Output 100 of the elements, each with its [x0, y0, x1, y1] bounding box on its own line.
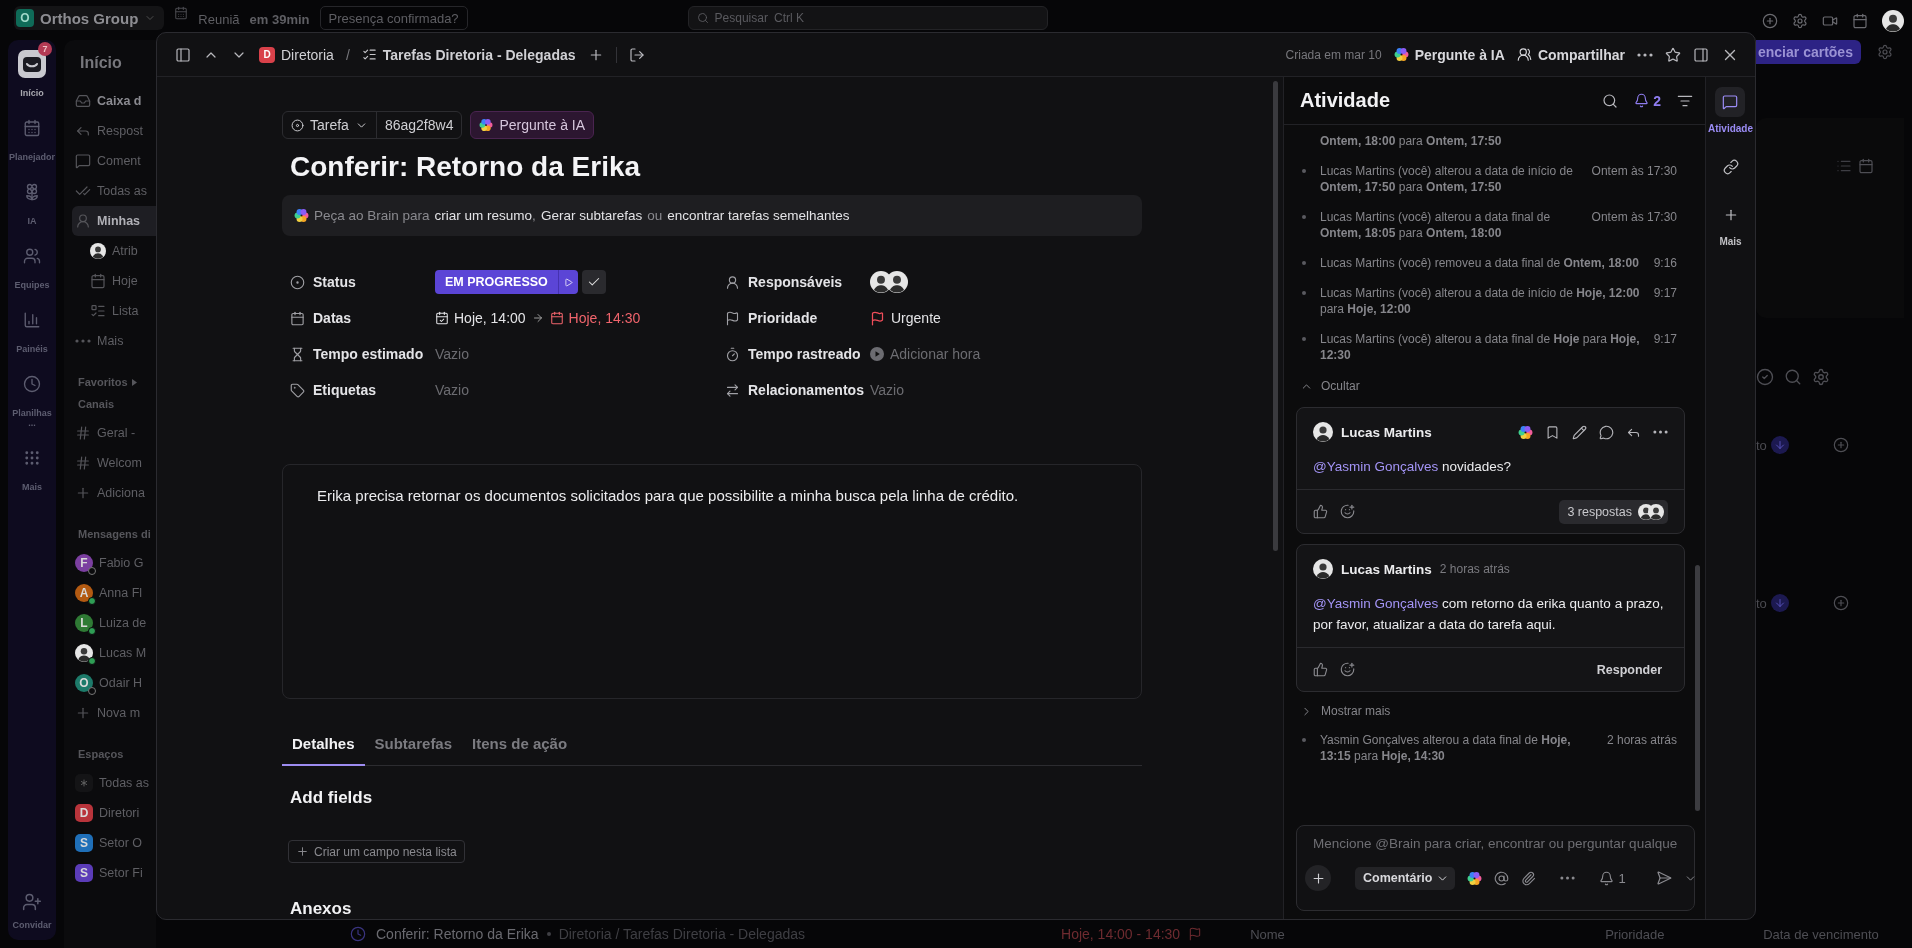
status-button[interactable]: EM PROGRESSO	[435, 270, 578, 294]
new-message-item[interactable]: Nova m	[72, 698, 156, 728]
sidebar-item[interactable]: Todas as	[72, 176, 156, 206]
toggle-button[interactable]: Ocultar	[1296, 377, 1677, 407]
comment-type-dropdown[interactable]: Comentário	[1355, 866, 1456, 890]
thumbs-up-icon[interactable]	[1313, 662, 1328, 677]
mention-icon[interactable]	[1494, 870, 1510, 886]
tab[interactable]: Itens de ação	[462, 735, 578, 767]
due-date[interactable]: Hoje, 14:30	[549, 310, 641, 326]
space-item[interactable]: S Setor O	[72, 828, 156, 858]
empty-value[interactable]: Vazio	[435, 346, 469, 362]
side-panel-tab[interactable]: Mais	[1715, 200, 1746, 247]
bookmark-icon[interactable]	[1545, 424, 1560, 440]
rail-item[interactable]: Mais	[9, 436, 55, 492]
check-circle-icon[interactable]	[1756, 368, 1774, 386]
task-name[interactable]: Conferir: Retorno da Erika	[376, 926, 539, 942]
space-item[interactable]: D Diretori	[72, 798, 156, 828]
breadcrumb-link[interactable]: Diretoria	[281, 46, 334, 63]
mention-link[interactable]: @Yasmin Gonçalves	[1313, 459, 1439, 474]
side-panel-tab[interactable]: Atividade	[1708, 87, 1753, 134]
channel-item[interactable]: Adiciona	[72, 478, 156, 508]
invite-button[interactable]: Convidar	[9, 886, 55, 930]
complete-button[interactable]	[581, 270, 606, 294]
paperclip-icon[interactable]	[1521, 870, 1537, 886]
task-type-dropdown[interactable]: Tarefa	[283, 112, 377, 138]
ask-ai-button[interactable]: Pergunte à IA	[1393, 46, 1505, 63]
sidebar-item[interactable]: Minhas	[72, 206, 156, 236]
sidebar-item[interactable]: Coment	[72, 146, 156, 176]
scrollbar[interactable]	[1695, 565, 1700, 811]
rail-item[interactable]: Planilhas ...	[9, 362, 55, 428]
add-reaction-icon[interactable]	[1340, 662, 1355, 677]
channel-item[interactable]: Welcom	[72, 448, 156, 478]
empty-value[interactable]: Vazio	[870, 382, 904, 398]
search-field[interactable]: Pesquisar Ctrl K	[687, 6, 1048, 30]
favorite-button[interactable]	[1665, 46, 1681, 63]
section-header[interactable]: Favoritos	[78, 376, 128, 388]
tab[interactable]: Detalhes	[282, 735, 365, 767]
task-title[interactable]: Conferir: Retorno da Erika	[290, 151, 1142, 183]
rail-item[interactable]: Planejador	[9, 106, 55, 162]
sidebar-item[interactable]: Atrib	[72, 236, 156, 266]
more-button[interactable]	[1637, 52, 1653, 57]
rail-item[interactable]: 7 Início	[9, 42, 55, 98]
suggestion-link[interactable]: encontrar tarefas semelhantes	[667, 208, 850, 223]
reply-button[interactable]: Responder	[1590, 661, 1668, 678]
comment-icon[interactable]	[1599, 424, 1614, 440]
more-icon[interactable]	[1653, 430, 1668, 434]
message-item[interactable]: Lucas M	[72, 638, 156, 668]
message-item[interactable]: A Anna Fl	[72, 578, 156, 608]
description-box[interactable]: Erika precisa retornar os documentos solicitados para que possibilite a minha busca pela linha de crédito.	[282, 464, 1142, 700]
add-time-link[interactable]: Adicionar hora	[890, 346, 981, 362]
meeting-prompt[interactable]: Presença confirmada?	[319, 6, 468, 30]
message-item[interactable]: F Fabio G	[72, 548, 156, 578]
notifications-button[interactable]: 2	[1634, 92, 1661, 109]
sidebar-toggle-button[interactable]	[175, 46, 191, 63]
settings-icon[interactable]	[1792, 13, 1808, 29]
channel-item[interactable]: Geral -	[72, 418, 156, 448]
sidebar-item[interactable]: Caixa d	[72, 86, 156, 116]
search-button[interactable]	[1602, 92, 1619, 109]
message-item[interactable]: O Odair H	[72, 668, 156, 698]
video-icon[interactable]	[1822, 13, 1838, 29]
sidebar-item[interactable]: Respost	[72, 116, 156, 146]
scrollbar[interactable]	[1273, 81, 1278, 551]
sidebar-item[interactable]: Hoje	[72, 266, 156, 296]
create-field-button[interactable]: Criar um campo nesta lista	[288, 840, 465, 863]
breadcrumb-link[interactable]: Tarefas Diretoria - Delegadas	[382, 46, 576, 63]
pencil-icon[interactable]	[1572, 424, 1587, 440]
meeting-title[interactable]: Reuniã	[198, 12, 240, 27]
calendar-icon[interactable]	[1852, 13, 1868, 29]
ask-ai-button[interactable]: Pergunte à IA	[470, 111, 595, 139]
manage-cards-button[interactable]: enciar cartões	[1756, 40, 1861, 64]
sidebar-item[interactable]: Lista	[72, 296, 156, 326]
rail-item[interactable]: IA	[9, 170, 55, 226]
column-header: Prioridade	[1605, 926, 1666, 942]
more-icon[interactable]	[1560, 876, 1576, 880]
message-item[interactable]: L Luiza de	[72, 608, 156, 638]
empty-value[interactable]: Vazio	[435, 382, 469, 398]
add-button[interactable]	[1305, 865, 1331, 891]
suggestion-link[interactable]: Gerar subtarefas	[540, 208, 643, 223]
tab[interactable]: Subtarefas	[364, 735, 463, 767]
toggle-button[interactable]: Mostrar mais	[1296, 702, 1677, 732]
replies-button[interactable]: 3 respostas	[1559, 499, 1668, 524]
space-item[interactable]: Todas as	[72, 768, 156, 798]
more-icon	[75, 339, 91, 343]
workspace-switcher[interactable]: O Orthos Group	[14, 6, 165, 30]
watchers-button[interactable]: 1	[1593, 869, 1632, 887]
plus-circle-icon[interactable]	[1762, 13, 1778, 29]
space-item[interactable]: S Setor Fi	[72, 858, 156, 888]
add-reaction-icon[interactable]	[1340, 504, 1355, 519]
share-button[interactable]: Compartilhar	[1516, 46, 1625, 63]
send-icon[interactable]	[1655, 870, 1672, 886]
priority-value[interactable]: Urgente	[891, 310, 941, 326]
thumbs-up-icon[interactable]	[1313, 504, 1328, 519]
start-date[interactable]: Hoje, 14:00	[435, 310, 526, 326]
mention-link[interactable]: @Yasmin Gonçalves	[1313, 596, 1439, 611]
panel-button[interactable]	[1693, 46, 1709, 63]
rail-item[interactable]: Equipes	[9, 234, 55, 290]
exit-button[interactable]	[628, 46, 645, 63]
sidebar-item[interactable]: Mais	[72, 326, 156, 356]
comment-input[interactable]: Mencione @Brain para criar, encontrar ou perguntar qualque	[1305, 836, 1694, 851]
rail-item[interactable]: Painéis	[9, 298, 55, 354]
